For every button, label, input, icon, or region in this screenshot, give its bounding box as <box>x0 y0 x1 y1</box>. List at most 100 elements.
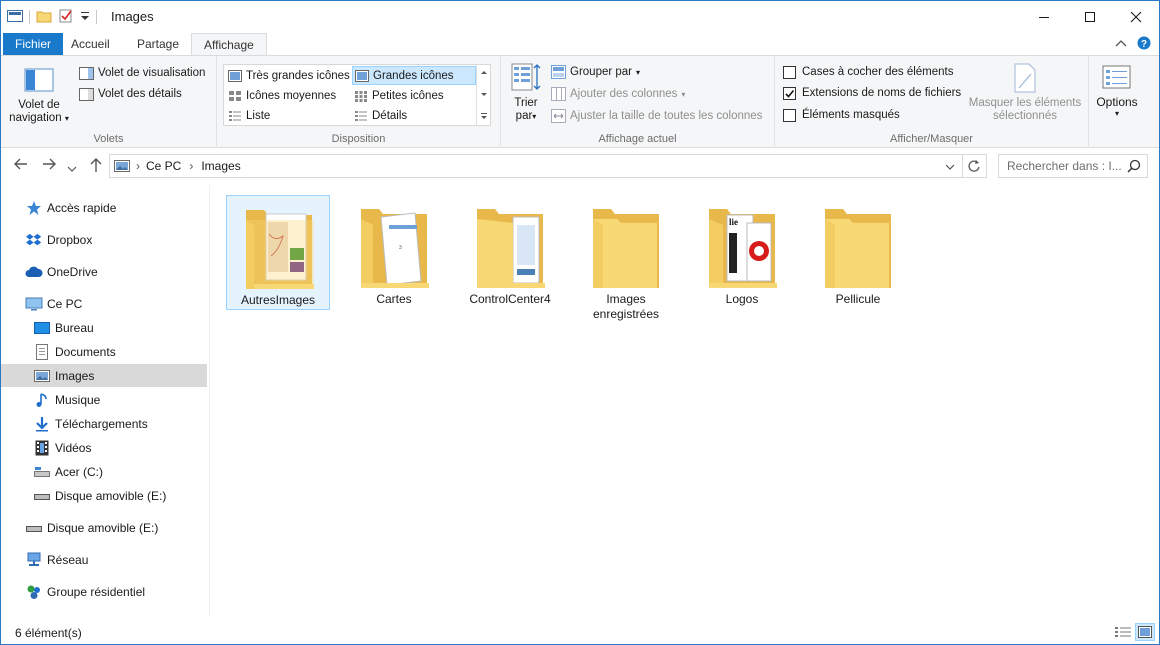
help-icon[interactable]: ? <box>1137 36 1151 53</box>
refresh-icon <box>968 160 980 172</box>
recent-locations-button[interactable] <box>67 160 77 177</box>
group-label-show-hide: Afficher/Masquer <box>890 133 973 145</box>
navigation-pane-label1: Volet de <box>18 99 60 111</box>
close-button[interactable] <box>1113 1 1159 32</box>
breadcrumb-this-pc[interactable]: Ce PC <box>146 159 181 173</box>
sidebar-item-documents[interactable]: Documents <box>1 340 207 363</box>
sort-by-button[interactable]: Trier par▾ <box>509 62 543 126</box>
layout-extra-large-icons[interactable]: Très grandes icônes <box>226 66 350 85</box>
add-columns-button[interactable]: Ajouter des colonnes ▾ <box>551 84 685 104</box>
refresh-button[interactable] <box>963 154 987 178</box>
layout-small-icons[interactable]: Petites icônes <box>352 86 476 105</box>
qat-customize-icon[interactable] <box>80 9 90 26</box>
sidebar-item-label: Accès rapide <box>47 200 117 215</box>
preview-pane-button[interactable]: Volet de visualisation <box>79 63 205 83</box>
sidebar-item-desktop[interactable]: Bureau <box>1 316 207 339</box>
pictures-icon <box>33 368 51 384</box>
sidebar-item-homegroup[interactable]: Groupe résidentiel <box>1 580 207 603</box>
sidebar-item-label: Disque amovible (E:) <box>47 520 159 535</box>
chevron-down-icon: ▾ <box>1114 109 1119 118</box>
folder-tile-cartes[interactable]: 3 Cartes <box>342 195 446 310</box>
folder-tile-autresimages[interactable]: AutresImages <box>226 195 330 310</box>
item-checkboxes-toggle[interactable]: Cases à cocher des éléments <box>783 62 954 82</box>
status-bar: 6 élément(s) <box>1 621 1159 645</box>
layout-large-icons[interactable]: Grandes icônes <box>352 66 476 85</box>
group-layout: Très grandes icônes Grandes icônes Icône… <box>217 56 501 148</box>
details-pane-button[interactable]: Volet des détails <box>79 84 182 104</box>
add-columns-label: Ajouter des colonnes <box>570 88 678 100</box>
sidebar-item-music[interactable]: Musique <box>1 388 207 411</box>
window-menu-icon[interactable] <box>7 9 23 26</box>
sidebar-item-onedrive[interactable]: OneDrive <box>1 260 207 283</box>
folder-tile-controlcenter4[interactable]: ControlCenter4 <box>458 195 562 310</box>
checkbox[interactable] <box>783 108 796 122</box>
properties-icon[interactable] <box>58 8 74 27</box>
sidebar-item-removable-e[interactable]: Disque amovible (E:) <box>1 484 207 507</box>
details-pane-icon <box>79 87 94 101</box>
search-input[interactable]: Rechercher dans : I... <box>998 154 1148 178</box>
chevron-down-icon <box>945 164 955 170</box>
list-icon <box>229 110 241 121</box>
layout-gallery-scroll[interactable] <box>476 65 490 125</box>
tab-share[interactable]: Partage <box>125 33 191 56</box>
chevron-down-icon: ▾ <box>681 89 686 99</box>
sidebar-item-network[interactable]: Réseau <box>1 548 207 571</box>
sidebar-item-drive-c[interactable]: Acer (C:) <box>1 460 207 483</box>
svg-text:?: ? <box>1141 39 1147 50</box>
search-placeholder: Rechercher dans : I... <box>1007 159 1122 173</box>
hidden-items-toggle[interactable]: Éléments masqués <box>783 105 900 125</box>
collapse-ribbon-icon[interactable] <box>1115 38 1127 52</box>
star-icon <box>25 200 43 216</box>
arrow-up-icon <box>90 158 102 172</box>
details-view-toggle[interactable] <box>1113 623 1133 641</box>
layout-list[interactable]: Liste <box>226 106 350 125</box>
layout-details[interactable]: Détails <box>352 106 476 125</box>
sidebar-item-label: Réseau <box>47 552 89 567</box>
sidebar-item-removable-e-root[interactable]: Disque amovible (E:) <box>1 516 207 539</box>
breadcrumb-images[interactable]: Images <box>201 159 240 173</box>
group-by-button[interactable]: Grouper par ▾ <box>551 62 640 82</box>
folder-tile-logos[interactable]: lie Logos <box>690 195 794 310</box>
layout-medium-icons[interactable]: Icônes moyennes <box>226 86 350 105</box>
tab-view[interactable]: Affichage <box>191 33 267 57</box>
sidebar-item-this-pc[interactable]: Ce PC <box>1 292 207 315</box>
folder-tile-images-enregistrees[interactable]: Images enregistrées <box>574 195 678 321</box>
fit-columns-button[interactable]: Ajuster la taille de toutes les colonnes <box>551 106 762 126</box>
back-button[interactable] <box>13 157 29 175</box>
folder-icon[interactable] <box>36 9 52 26</box>
address-bar[interactable]: › Ce PC › Images <box>109 154 963 178</box>
options-icon <box>1102 65 1131 89</box>
hide-selected-button[interactable]: Masquer les éléments sélectionnés <box>965 62 1085 126</box>
details-icon <box>355 110 367 121</box>
sort-by-label1: Trier <box>514 97 538 109</box>
options-button[interactable]: Options ▾ <box>1093 64 1141 126</box>
checkbox[interactable] <box>783 65 796 79</box>
folder-icon <box>246 210 314 289</box>
file-extensions-toggle[interactable]: Extensions de noms de fichiers <box>783 83 961 103</box>
sidebar-item-images[interactable]: Images <box>1 364 207 387</box>
tab-file[interactable]: Fichier <box>3 33 64 56</box>
group-panes: Volet de navigation ▾ Volet de visualisa… <box>1 56 217 148</box>
checkbox-checked[interactable] <box>783 86 796 100</box>
sidebar-item-label: Vidéos <box>55 440 92 455</box>
forward-button[interactable] <box>41 157 57 175</box>
up-button[interactable] <box>89 157 103 177</box>
large-icons-view-toggle[interactable] <box>1135 623 1155 641</box>
sort-by-icon <box>511 63 541 91</box>
layout-label: Grandes icônes <box>373 69 454 82</box>
sidebar-item-quick-access[interactable]: Accès rapide <box>1 196 207 219</box>
group-show-hide: Cases à cocher des éléments Extensions d… <box>775 56 1089 148</box>
sidebar-item-videos[interactable]: Vidéos <box>1 436 207 459</box>
address-history-button[interactable] <box>945 160 955 174</box>
minimize-button[interactable] <box>1021 1 1067 32</box>
group-label-current-view: Affichage actuel <box>598 133 677 145</box>
folder-tile-pellicule[interactable]: Pellicule <box>806 195 910 310</box>
explorer-window: Images Fichier Accueil Partage Affichage… <box>0 0 1160 645</box>
sidebar-item-downloads[interactable]: Téléchargements <box>1 412 207 435</box>
sidebar-item-dropbox[interactable]: Dropbox <box>1 228 207 251</box>
maximize-button[interactable] <box>1067 1 1113 32</box>
navigation-pane-button[interactable]: Volet de navigation ▾ <box>7 60 71 126</box>
folder-icon <box>477 209 545 288</box>
group-label-layout: Disposition <box>331 133 386 145</box>
tab-home[interactable]: Accueil <box>59 33 122 56</box>
